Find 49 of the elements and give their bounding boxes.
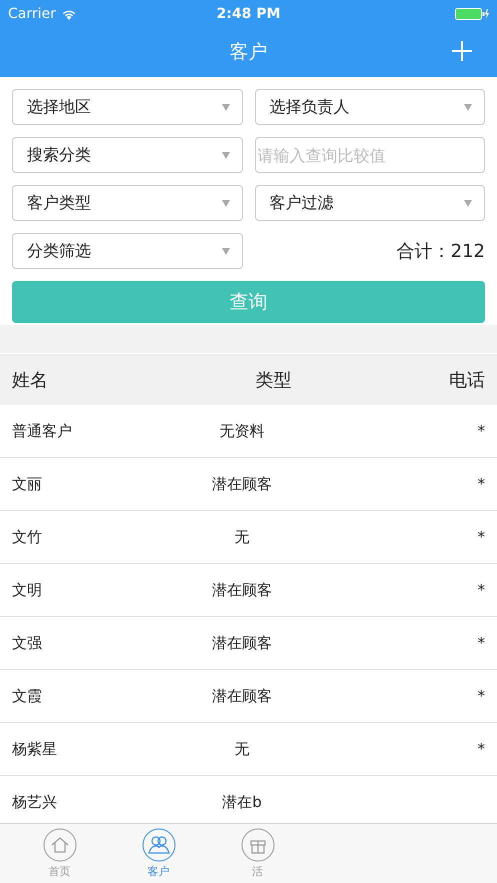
wifi-icon <box>60 8 77 20</box>
carrier-name: Carrier <box>8 6 56 22</box>
table-cell-text: * <box>476 581 485 599</box>
table-cell-text: * <box>476 475 485 493</box>
table-cell-text: 文强 <box>12 634 43 652</box>
table-cell-text: * <box>476 634 485 652</box>
table-cell-text: 潜在顾客 <box>211 634 273 652</box>
status-time: 2:48 PM <box>216 6 280 22</box>
table-cell-text: 潜在顾客 <box>211 580 273 600</box>
table-cell-text: 文明 <box>12 580 43 600</box>
column-header: 电话 <box>449 368 485 392</box>
dropdown-arrow-icon <box>222 104 230 110</box>
table-cell-text: 潜在顾客 <box>211 686 273 706</box>
gift-icon <box>240 828 274 862</box>
add-icon[interactable] <box>451 40 473 62</box>
table-cell-text: 杨艺兴 <box>12 792 58 812</box>
table-cell-text: 潜在b <box>221 792 263 812</box>
table-cell-text: 文丽 <box>12 474 43 494</box>
table-cell-text: 杨紫星 <box>12 740 58 758</box>
dropdown[interactable]: 选择地区 <box>12 89 242 125</box>
column-header: 姓名 <box>12 368 48 392</box>
dropdown-arrow-icon <box>464 104 472 110</box>
dropdown[interactable]: 选择负责人 <box>254 89 485 125</box>
dropdown[interactable]: 客户类型 <box>12 185 242 221</box>
dropdown-arrow-icon <box>222 200 230 206</box>
dropdown[interactable]: 搜索分类 <box>12 137 242 173</box>
table-cell-text: 无资料 <box>218 422 266 440</box>
dropdown[interactable]: 分类筛选 <box>12 233 242 269</box>
table-cell-text: * <box>476 422 485 440</box>
home-icon <box>42 828 76 862</box>
battery-icon <box>455 6 489 20</box>
table-cell-text: * <box>476 528 485 546</box>
table-cell-text: 无 <box>234 528 250 546</box>
dropdown-arrow-icon <box>464 200 472 206</box>
table-cell-text: 文竹 <box>12 528 43 546</box>
page-title: 客户 <box>230 40 268 65</box>
table-cell-text: * <box>476 687 485 705</box>
table-cell-text: 潜在顾客 <box>211 474 273 494</box>
input-field[interactable]: 请输入查询比较值 <box>254 137 485 173</box>
dropdown-arrow-icon <box>222 152 230 158</box>
table-cell-text: 无 <box>234 740 250 758</box>
column-header: 类型 <box>256 368 292 392</box>
table-cell-text: 文霞 <box>12 686 43 706</box>
total-count: 合计：212 <box>396 240 485 263</box>
table-cell-text: 普通客户 <box>12 422 73 440</box>
people-icon <box>142 828 176 862</box>
dropdown[interactable]: 客户过滤 <box>254 185 485 221</box>
table-cell-text: * <box>476 740 485 758</box>
dropdown-arrow-icon <box>222 248 230 254</box>
